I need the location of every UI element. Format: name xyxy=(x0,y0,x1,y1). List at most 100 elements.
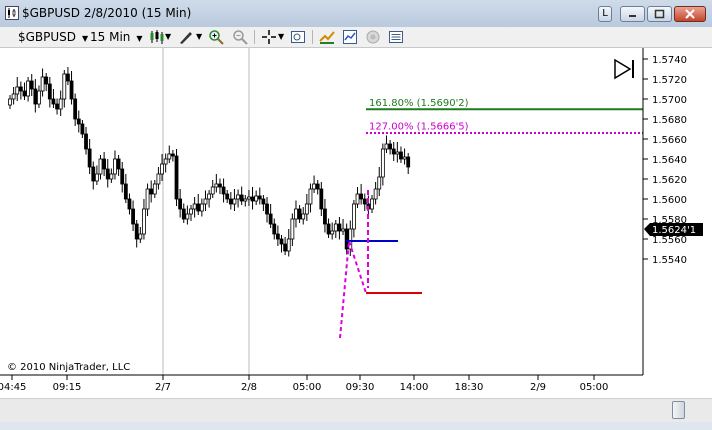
candle-up xyxy=(40,76,45,92)
candle-up xyxy=(330,230,335,235)
candle-down xyxy=(131,208,135,225)
candle-down xyxy=(134,223,139,240)
crosshair-icon[interactable] xyxy=(261,29,277,45)
strategy-icon[interactable] xyxy=(319,29,335,45)
chart-window: $GBPUSD 2/8/2010 (15 Min) L $GBPUSD ▼ 15 … xyxy=(0,0,712,430)
candle-down xyxy=(315,183,320,190)
chevron-down-icon: ▼ xyxy=(136,34,143,43)
indicators-icon[interactable] xyxy=(342,29,358,45)
candle-down xyxy=(181,208,186,220)
candle-up xyxy=(192,203,197,210)
candle-up xyxy=(15,86,20,95)
candle-down xyxy=(406,156,411,168)
horizontal-scrollbar[interactable] xyxy=(0,398,712,423)
candle-down xyxy=(55,103,59,110)
maximize-button[interactable] xyxy=(647,6,672,22)
candle-down xyxy=(33,88,38,105)
minimize-button[interactable] xyxy=(620,6,645,22)
properties-icon[interactable] xyxy=(290,29,306,45)
candle-up xyxy=(377,176,382,190)
y-tick-label: 1.5540 xyxy=(652,255,687,266)
candle-down xyxy=(170,153,175,157)
candle-up xyxy=(185,213,190,220)
data-box-icon[interactable] xyxy=(388,29,404,45)
draw-tool-icon[interactable] xyxy=(178,29,194,45)
candle-up xyxy=(163,158,168,165)
candle-up xyxy=(58,98,63,110)
sound-icon[interactable] xyxy=(365,29,381,45)
scrollbar-thumb[interactable] xyxy=(672,401,685,419)
price-chart-panel[interactable]: 161.80% (1.5690'2) 127.00% (1.5666'5) 1.… xyxy=(0,48,712,398)
candle-up xyxy=(355,193,360,205)
chevron-down-icon[interactable]: ▼ xyxy=(165,27,171,47)
fib-anchor-lines[interactable] xyxy=(339,240,367,339)
chevron-down-icon[interactable]: ▼ xyxy=(278,27,284,47)
copyright-text: © 2010 NinjaTrader, LLC xyxy=(7,362,130,373)
candle-down xyxy=(388,143,393,150)
candle-up xyxy=(37,90,41,105)
candle-down xyxy=(391,148,396,155)
y-tick-label: 1.5740 xyxy=(652,55,687,66)
candle-up xyxy=(341,228,345,232)
candle-up xyxy=(138,233,143,240)
y-tick-label: 1.5660 xyxy=(652,135,687,146)
candle-up xyxy=(152,183,157,195)
chart-gridlines xyxy=(162,48,250,375)
x-tick-label: 04:45 xyxy=(0,382,26,393)
candle-down xyxy=(80,123,85,135)
candle-down xyxy=(250,196,255,202)
title-bar[interactable]: $GBPUSD 2/8/2010 (15 Min) L xyxy=(0,0,712,28)
l-button-label: L xyxy=(602,8,608,19)
x-tick-label: 05:00 xyxy=(293,382,322,393)
chevron-down-icon[interactable]: ▼ xyxy=(196,27,202,47)
candle-down xyxy=(228,198,233,205)
candle-up xyxy=(109,173,114,180)
candle-down xyxy=(221,186,226,195)
candle-up xyxy=(380,148,385,178)
candle-up xyxy=(247,196,251,200)
candle-up xyxy=(232,198,237,205)
time-axis[interactable]: 04:45 09:15 2/7 2/8 05:00 09:30 14:00 18:30 2/9 0… xyxy=(0,375,608,393)
l-button[interactable]: L xyxy=(598,6,612,22)
candle-down xyxy=(174,155,179,200)
candle-up xyxy=(98,158,103,175)
candle-down xyxy=(261,198,266,205)
candle-down xyxy=(44,76,49,85)
candlestick-chart[interactable]: 161.80% (1.5690'2) 127.00% (1.5666'5) 1.… xyxy=(0,48,712,398)
scroll-to-end-icon[interactable] xyxy=(612,58,636,82)
x-tick-label: 18:30 xyxy=(455,382,484,393)
candle-down xyxy=(326,223,331,235)
candle-down xyxy=(399,151,403,160)
candle-down xyxy=(66,73,70,82)
candle-up xyxy=(236,194,240,200)
x-tick-label: 05:00 xyxy=(580,382,609,393)
drawing-objects-layer: 161.80% (1.5690'2) 127.00% (1.5666'5) xyxy=(339,98,643,339)
candle-down xyxy=(84,133,88,150)
interval-selector[interactable]: 15 Min ▼ xyxy=(90,27,143,47)
candle-up xyxy=(156,173,161,185)
candle-up xyxy=(94,173,99,182)
x-tick-label: 09:15 xyxy=(53,382,82,393)
candle-up xyxy=(160,163,164,175)
candle-down xyxy=(127,198,132,210)
instrument-selector[interactable]: $GBPUSD ▼ xyxy=(18,27,88,47)
candle-down xyxy=(91,166,96,182)
close-button[interactable] xyxy=(674,6,706,22)
candle-up xyxy=(304,203,309,215)
x-tick-label: 2/9 xyxy=(530,382,546,393)
candle-down xyxy=(297,208,302,220)
bar-type-icon[interactable] xyxy=(148,29,164,45)
y-tick-label: 1.5600 xyxy=(652,195,687,206)
candle-up xyxy=(370,198,374,210)
close-icon xyxy=(685,9,695,19)
y-tick-label: 1.5720 xyxy=(652,75,687,86)
candle-up xyxy=(26,80,31,97)
candle-down xyxy=(178,198,183,210)
zoom-out-icon[interactable] xyxy=(232,29,248,45)
zoom-in-icon[interactable] xyxy=(208,29,224,45)
toolbar-separator xyxy=(312,30,313,44)
candle-up xyxy=(210,186,215,195)
candle-down xyxy=(102,158,107,170)
candle-down xyxy=(22,90,27,97)
instrument-label: $GBPUSD xyxy=(18,30,77,44)
